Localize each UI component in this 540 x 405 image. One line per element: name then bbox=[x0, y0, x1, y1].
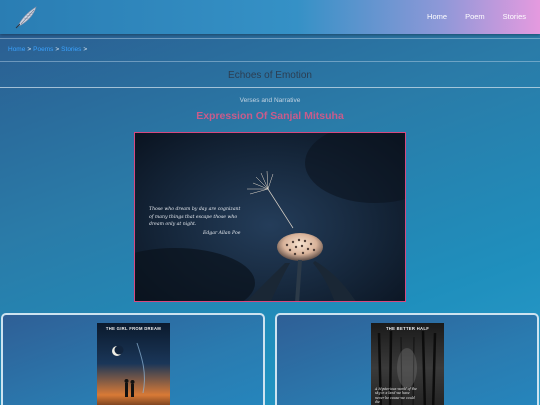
title-bar: Echoes of Emotion bbox=[0, 64, 540, 88]
breadcrumb-home[interactable]: Home bbox=[8, 46, 25, 53]
story-card[interactable]: THE GIRL FROM DREAM bbox=[1, 313, 265, 405]
breadcrumb-bar: Home > Poems > Stories > bbox=[0, 38, 540, 62]
nav-link-poem[interactable]: Poem bbox=[465, 12, 485, 21]
cover-illustration bbox=[112, 342, 145, 397]
hero-quote: Those who dream by day are cognizant of … bbox=[149, 206, 259, 229]
nav-link-home[interactable]: Home bbox=[427, 12, 447, 21]
book-cover-image[interactable]: THE BETTER HALF A Mysterious world of th… bbox=[371, 323, 444, 405]
quote-line: of many things that escape those who bbox=[149, 214, 238, 220]
breadcrumb-stories[interactable]: Stories bbox=[61, 46, 81, 53]
cover-text: A Mysterious world of the sky in a land … bbox=[375, 387, 417, 405]
breadcrumb: Home > Poems > Stories > bbox=[8, 46, 89, 53]
story-card[interactable]: THE BETTER HALF A Mysterious world of th… bbox=[275, 313, 539, 405]
quote-author: Edgar Allan Poe bbox=[203, 231, 241, 236]
page-subtitle: Verses and Narrative bbox=[239, 97, 301, 104]
page-title: Echoes of Emotion bbox=[228, 70, 312, 81]
quote-line: dream only at night. bbox=[149, 222, 197, 227]
breadcrumb-poems[interactable]: Poems bbox=[33, 46, 53, 53]
breadcrumb-separator: > bbox=[83, 46, 88, 53]
quote-line: Those who dream by day are cognizant bbox=[149, 207, 241, 212]
author-heading: Expression Of Sanjal Mitsuha bbox=[196, 110, 344, 122]
top-navbar: Home Poem Stories bbox=[0, 0, 540, 34]
breadcrumb-separator: > bbox=[27, 46, 32, 53]
book-cover-image[interactable]: THE GIRL FROM DREAM bbox=[97, 323, 170, 405]
hero-image: Those who dream by day are cognizant of … bbox=[134, 132, 406, 302]
breadcrumb-separator: > bbox=[55, 46, 60, 53]
nav-link-stories[interactable]: Stories bbox=[503, 12, 526, 21]
nav-links: Home Poem Stories bbox=[427, 12, 526, 21]
quill-feather-icon[interactable] bbox=[12, 4, 40, 30]
